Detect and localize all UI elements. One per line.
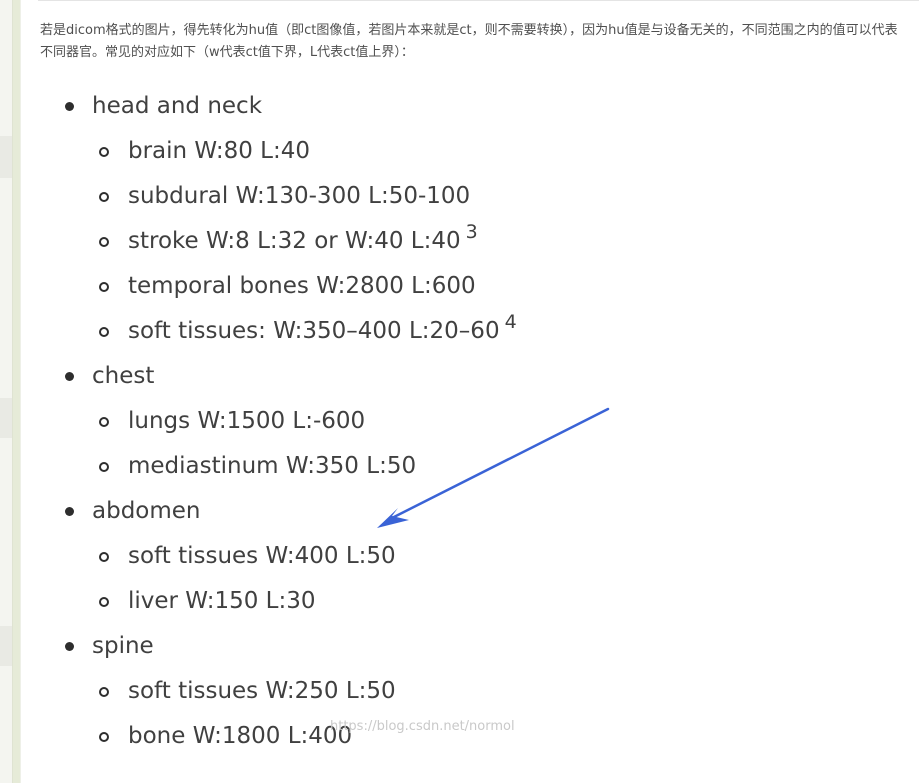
sub-list-item: stroke W:8 L:32 or W:40 L:40 3 xyxy=(92,219,517,264)
category-item: head and neck brain W:80 L:40 subdural W:1… xyxy=(60,84,517,354)
sub-list-item: subdural W:130-300 L:50-100 xyxy=(92,174,517,219)
category-row: chest xyxy=(65,354,517,399)
top-divider xyxy=(38,0,919,1)
sub-item-text: mediastinum W:350 L:50 xyxy=(128,453,417,479)
category-row: abdomen xyxy=(65,489,517,534)
category-item: chest lungs W:1500 L:-600 mediastinum W:35… xyxy=(60,354,517,489)
bullet-disc-icon xyxy=(65,642,74,651)
gutter-block xyxy=(0,136,12,178)
bullet-circle-icon xyxy=(99,237,109,247)
sub-list-item: temporal bones W:2800 L:600 xyxy=(92,264,517,309)
sub-item-text: soft tissues W:250 L:50 xyxy=(128,678,396,704)
sub-list: soft tissues W:250 L:50 bone W:1800 L:400 xyxy=(92,669,517,759)
bullet-circle-icon xyxy=(99,687,109,697)
bullet-disc-icon xyxy=(65,372,74,381)
sub-list: lungs W:1500 L:-600 mediastinum W:350 L:5… xyxy=(92,399,517,489)
bullet-circle-icon xyxy=(99,462,109,472)
category-row: spine xyxy=(65,624,517,669)
category-item: abdomen soft tissues W:400 L:50 liver W:15… xyxy=(60,489,517,624)
sub-list-item: liver W:150 L:30 xyxy=(92,579,517,624)
category-row: head and neck xyxy=(65,84,517,129)
gutter-divider xyxy=(12,0,21,783)
bullet-circle-icon xyxy=(99,552,109,562)
sub-list-item: lungs W:1500 L:-600 xyxy=(92,399,517,444)
category-label: abdomen xyxy=(92,498,201,524)
bullet-circle-icon xyxy=(99,732,109,742)
footnote-reference[interactable]: 4 xyxy=(505,311,517,333)
page-gutter xyxy=(0,0,21,783)
sub-item-text: liver W:150 L:30 xyxy=(128,588,316,614)
bullet-circle-icon xyxy=(99,327,109,337)
bullet-circle-icon xyxy=(99,192,109,202)
category-label: spine xyxy=(92,633,154,659)
sub-item-text: subdural W:130-300 L:50-100 xyxy=(128,183,471,209)
window-level-list: head and neck brain W:80 L:40 subdural W:1… xyxy=(60,84,517,759)
gutter-block xyxy=(0,626,12,666)
sub-list-item: brain W:80 L:40 xyxy=(92,129,517,174)
sub-item-text: bone W:1800 L:400 xyxy=(128,723,353,749)
sub-list-item: soft tissues W:250 L:50 xyxy=(92,669,517,714)
category-label: chest xyxy=(92,363,155,389)
bullet-disc-icon xyxy=(65,102,74,111)
sub-item-text: brain W:80 L:40 xyxy=(128,138,310,164)
footnote-reference[interactable]: 3 xyxy=(466,221,478,243)
bullet-disc-icon xyxy=(65,507,74,516)
sub-list: brain W:80 L:40 subdural W:130-300 L:50-1… xyxy=(92,129,517,354)
sub-item-text: temporal bones W:2800 L:600 xyxy=(128,273,476,299)
sub-item-text: soft tissues W:400 L:50 xyxy=(128,543,396,569)
sub-item-text: lungs W:1500 L:-600 xyxy=(128,408,366,434)
bullet-circle-icon xyxy=(99,417,109,427)
category-item: spine soft tissues W:250 L:50 bone W:1800 … xyxy=(60,624,517,759)
intro-paragraph: 若是dicom格式的图片，得先转化为hu值（即ct图像值，若图片本来就是ct，则… xyxy=(40,23,898,60)
bullet-circle-icon xyxy=(99,147,109,157)
sub-item-text: stroke W:8 L:32 or W:40 L:40 xyxy=(128,228,461,254)
sub-list: soft tissues W:400 L:50 liver W:150 L:30 xyxy=(92,534,517,624)
sub-item-text: soft tissues: W:350–400 L:20–60 xyxy=(128,318,500,344)
bullet-circle-icon xyxy=(99,597,109,607)
sub-list-item: soft tissues: W:350–400 L:20–60 4 xyxy=(92,309,517,354)
sub-list-item: mediastinum W:350 L:50 xyxy=(92,444,517,489)
watermark-text: https://blog.csdn.net/normol xyxy=(330,719,515,734)
sub-list-item: soft tissues W:400 L:50 xyxy=(92,534,517,579)
gutter-block xyxy=(0,398,12,438)
category-label: head and neck xyxy=(92,93,263,119)
bullet-circle-icon xyxy=(99,282,109,292)
